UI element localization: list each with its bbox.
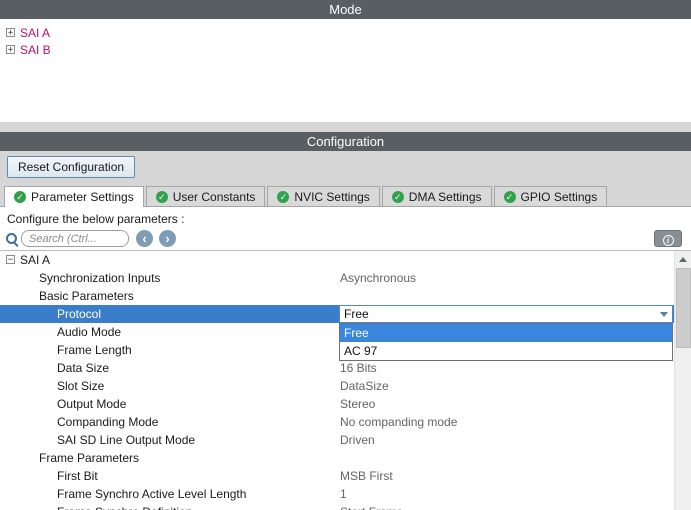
tab-gpio-settings[interactable]: ✓ GPIO Settings [493, 186, 608, 206]
tab-bar: ✓ Parameter Settings ✓ User Constants ✓ NVIC … [0, 186, 691, 207]
check-icon: ✓ [14, 191, 26, 203]
tab-parameter-settings[interactable]: ✓ Parameter Settings [4, 186, 144, 207]
check-icon: ✓ [503, 190, 516, 203]
param-row-slot-size[interactable]: Slot Size DataSize [0, 377, 674, 395]
param-row-sai-a[interactable]: − SAI A [0, 251, 674, 269]
param-label: Synchronization Inputs [39, 271, 161, 285]
info-button[interactable]: i [654, 230, 682, 247]
param-label: Protocol [57, 307, 102, 321]
param-row-synchronization-inputs[interactable]: Synchronization Inputs Asynchronous [0, 269, 674, 287]
param-row-output-mode[interactable]: Output Mode Stereo [0, 395, 674, 413]
param-label: Frame Synchro Definition [57, 503, 192, 510]
param-label: First Bit [57, 469, 98, 483]
param-value: Start Frame [340, 503, 403, 510]
tab-label: GPIO Settings [520, 189, 598, 204]
search-toolbar: ‹ › i [0, 229, 691, 249]
dropdown-option-ac-97[interactable]: AC 97 [340, 342, 672, 360]
param-row-sai-sd-line-output-mode[interactable]: SAI SD Line Output Mode Driven [0, 431, 674, 449]
param-label: Slot Size [57, 379, 105, 393]
tab-nvic-settings[interactable]: ✓ NVIC Settings [267, 186, 380, 206]
configuration-panel: Reset Configuration ✓ Parameter Settings ✓… [0, 151, 691, 510]
expand-plus-icon[interactable]: + [6, 28, 15, 38]
check-icon: ✓ [277, 190, 290, 203]
tree-item-label: SAI A [20, 25, 51, 40]
parameter-settings-page: Configure the below parameters : ‹ › i −… [0, 207, 691, 510]
param-label: SAI A [20, 253, 51, 267]
scroll-up-icon[interactable] [675, 251, 691, 268]
param-label: Basic Parameters [39, 289, 134, 303]
panel-divider [0, 122, 691, 132]
param-label: Data Size [57, 361, 110, 375]
tab-label: DMA Settings [408, 189, 482, 204]
instruction-text: Configure the below parameters : [7, 212, 185, 226]
tab-label: Parameter Settings [31, 190, 134, 204]
param-value: 16 Bits [340, 361, 377, 375]
stm32cubemx-config-window: Mode + SAI A + SAI B Configuration Reset Co… [0, 0, 691, 510]
param-label: Audio Mode [57, 325, 122, 339]
mode-panel-title: Mode [329, 2, 362, 17]
mode-tree-item-sai-b[interactable]: + SAI B [0, 41, 691, 58]
param-value: Stereo [340, 397, 376, 411]
param-row-frame-parameters[interactable]: Frame Parameters [0, 449, 674, 467]
param-value: 1 [340, 487, 347, 501]
scrollbar-thumb[interactable] [676, 268, 691, 348]
search-input[interactable] [21, 230, 129, 247]
check-icon: ✓ [155, 190, 168, 203]
expand-plus-icon[interactable]: + [6, 45, 15, 55]
search-previous-button[interactable]: ‹ [136, 230, 153, 247]
reset-configuration-button[interactable]: Reset Configuration [7, 156, 136, 178]
param-row-companding-mode[interactable]: Companding Mode No companding mode [0, 413, 674, 431]
check-icon: ✓ [391, 190, 404, 203]
tab-label: NVIC Settings [294, 189, 370, 204]
param-row-frame-synchro-active-level-length[interactable]: Frame Synchro Active Level Length 1 [0, 485, 674, 503]
configuration-panel-title: Configuration [306, 134, 385, 149]
protocol-combobox[interactable]: Free [339, 305, 673, 323]
param-row-first-bit[interactable]: First Bit MSB First [0, 467, 674, 485]
chevron-down-icon[interactable] [657, 306, 672, 322]
parameters-table-rows: − SAI A Synchronization Inputs Asynchronous… [0, 251, 674, 510]
param-label: SAI SD Line Output Mode [57, 433, 196, 447]
mode-panel-header: Mode [0, 0, 691, 19]
vertical-scrollbar[interactable] [674, 251, 691, 510]
param-value: DataSize [340, 379, 389, 393]
param-label: Output Mode [57, 397, 127, 411]
tab-label: User Constants [172, 189, 256, 204]
dropdown-option-free[interactable]: Free [340, 324, 672, 342]
tab-dma-settings[interactable]: ✓ DMA Settings [381, 186, 492, 206]
protocol-dropdown-list: Free AC 97 [339, 323, 673, 361]
param-value: Driven [340, 433, 375, 447]
param-value: MSB First [340, 469, 393, 483]
tree-item-label: SAI B [20, 42, 51, 57]
param-label: Frame Synchro Active Level Length [57, 487, 247, 501]
param-row-frame-synchro-definition[interactable]: Frame Synchro Definition Start Frame [0, 503, 674, 510]
collapse-minus-icon[interactable]: − [6, 255, 15, 265]
info-icon: i [662, 235, 674, 246]
param-row-data-size[interactable]: Data Size 16 Bits [0, 359, 674, 377]
mode-tree-item-sai-a[interactable]: + SAI A [0, 24, 691, 41]
param-value: No companding mode [340, 415, 458, 429]
param-label: Companding Mode [57, 415, 159, 429]
combobox-value: Free [344, 307, 369, 321]
search-icon [6, 233, 19, 246]
param-label: Frame Length [57, 343, 132, 357]
param-label: Frame Parameters [39, 451, 140, 465]
mode-tree: + SAI A + SAI B [0, 19, 691, 122]
param-row-basic-parameters[interactable]: Basic Parameters [0, 287, 674, 305]
configuration-panel-header: Configuration [0, 132, 691, 151]
tab-user-constants[interactable]: ✓ User Constants [145, 186, 266, 206]
param-value: Asynchronous [340, 271, 417, 285]
search-next-button[interactable]: › [159, 230, 176, 247]
param-row-protocol[interactable]: Protocol Free [0, 305, 674, 323]
parameters-table: − SAI A Synchronization Inputs Asynchronous… [0, 250, 691, 510]
